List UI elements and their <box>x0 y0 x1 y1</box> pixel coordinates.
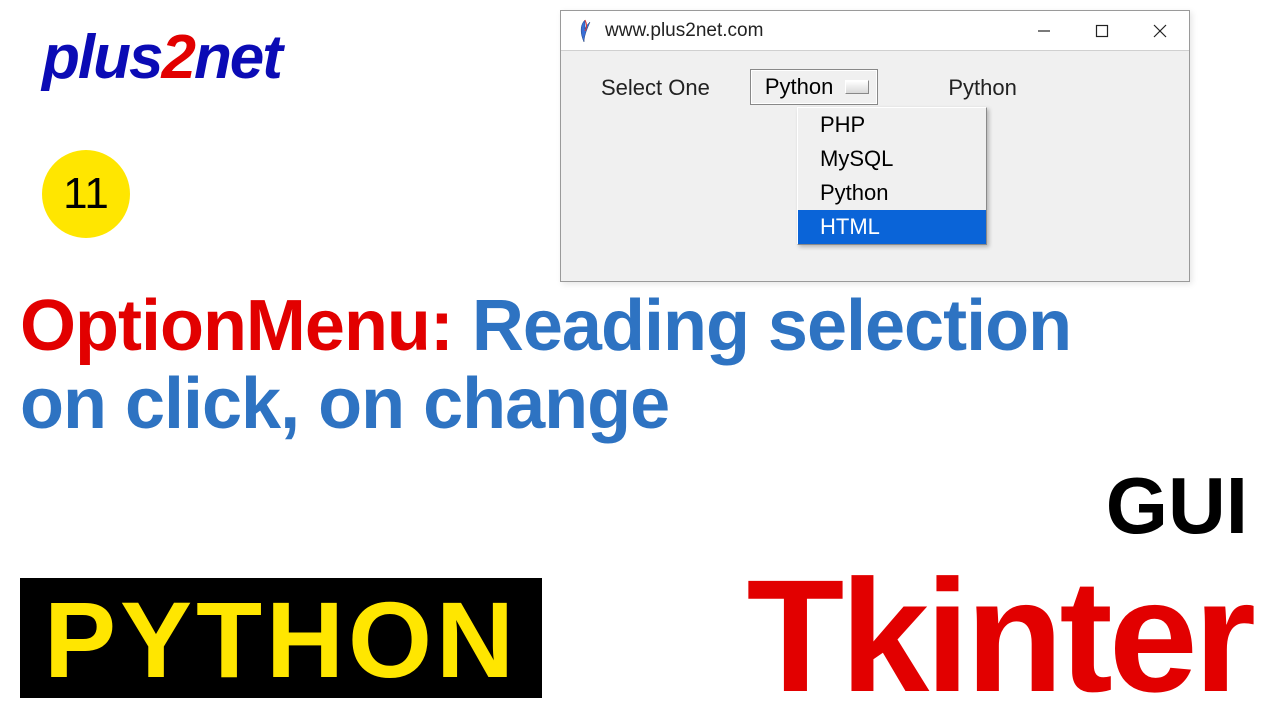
maximize-button[interactable] <box>1073 11 1131 51</box>
logo-part-net: net <box>194 23 281 92</box>
episode-number: 11 <box>63 169 109 219</box>
option-menu-value: Python <box>765 74 834 100</box>
logo-part-2: 2 <box>161 23 193 92</box>
python-box: PYTHON <box>20 578 542 698</box>
tk-window: www.plus2net.com Select One Python Pytho… <box>560 10 1190 282</box>
minimize-button[interactable] <box>1015 11 1073 51</box>
close-button[interactable] <box>1131 11 1189 51</box>
titlebar[interactable]: www.plus2net.com <box>561 11 1189 51</box>
headline-optionmenu: OptionMenu: <box>20 286 453 366</box>
client-area: Select One Python Python PHP MySQL Pytho… <box>561 51 1189 281</box>
headline-blue2: on click, on change <box>20 364 669 444</box>
menu-item-html[interactable]: HTML <box>798 210 986 244</box>
plus2net-logo: plus2net <box>42 22 281 93</box>
episode-badge: 11 <box>42 150 130 238</box>
tkinter-label: Tkinter <box>747 556 1252 716</box>
tk-feather-icon <box>575 17 595 45</box>
option-menu-button[interactable]: Python <box>750 69 879 105</box>
option-menu-indicator-icon <box>845 80 869 94</box>
result-label: Python <box>948 69 1017 101</box>
option-menu-dropdown: PHP MySQL Python HTML <box>797 107 987 245</box>
logo-part-plus: plus <box>42 23 161 92</box>
menu-item-php[interactable]: PHP <box>798 108 986 142</box>
headline-blue1: Reading selection <box>453 286 1071 366</box>
headline: OptionMenu: Reading selection on click, … <box>20 288 1071 444</box>
menu-item-mysql[interactable]: MySQL <box>798 142 986 176</box>
gui-label: GUI <box>1106 460 1248 552</box>
menu-item-python[interactable]: Python <box>798 176 986 210</box>
window-title: www.plus2net.com <box>605 20 1015 42</box>
prompt-label: Select One <box>601 69 710 101</box>
